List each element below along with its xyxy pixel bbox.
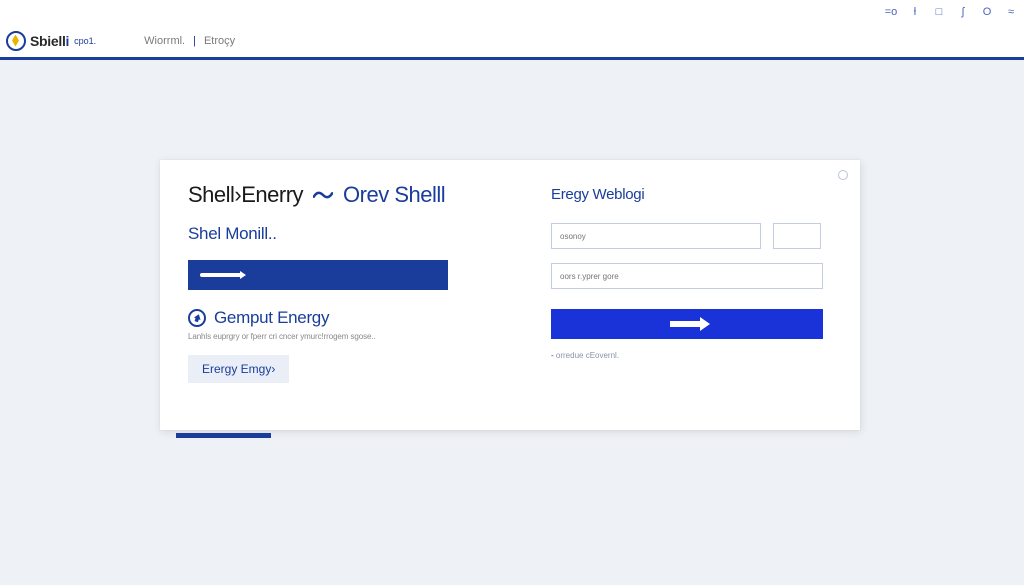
primary-bar-button[interactable]: [188, 260, 448, 290]
page-header: Sbielli сро1. Wiorrml. | Etroçy: [0, 24, 1024, 60]
nav-separator: |: [193, 35, 196, 47]
card-title-row: Shell›Enerry Orev Shelll: [188, 182, 517, 208]
login-card: Shell›Enerry Orev Shelll Shel Monill.. G…: [160, 160, 860, 430]
brand-suffix: сро1.: [74, 36, 96, 46]
chrome-tool-4[interactable]: ʃ: [956, 5, 970, 19]
energy-chip-button[interactable]: Erergy Emgy›: [188, 355, 289, 383]
aux-field[interactable]: [773, 223, 821, 249]
chrome-tool-2[interactable]: ƚ: [908, 5, 922, 19]
card-subtitle: Shel Monill..: [188, 224, 517, 244]
feature-title: Gemput Energy: [214, 308, 329, 328]
brand[interactable]: Sbielli сро1.: [6, 31, 96, 51]
energy-icon: [188, 309, 206, 327]
brand-name: Sbielli: [30, 33, 69, 49]
chrome-tool-3[interactable]: □: [932, 5, 946, 19]
arrow-icon: [200, 273, 242, 277]
card-left-panel: Shell›Enerry Orev Shelll Shel Monill.. G…: [160, 160, 545, 430]
accent-underline: [176, 433, 271, 438]
header-nav: Wiorrml. | Etroçy: [144, 35, 235, 47]
username-field[interactable]: [551, 223, 761, 249]
submit-arrow-icon: [670, 321, 704, 327]
card-title-left: Shell›Enerry: [188, 182, 303, 208]
nav-link-2[interactable]: Etroçy: [204, 35, 235, 47]
chrome-tool-1[interactable]: =o: [884, 5, 898, 19]
browser-chrome: =o ƚ □ ʃ O ≈: [0, 0, 1024, 24]
nav-link-1[interactable]: Wiorrml.: [144, 35, 185, 47]
submit-button[interactable]: [551, 309, 823, 339]
helper-link[interactable]: orredue cEovernl.: [551, 351, 822, 360]
password-field[interactable]: [551, 263, 823, 289]
field-row-1: [551, 223, 822, 263]
card-right-panel: Eregy Weblogi orredue cEovernl.: [545, 160, 860, 430]
login-heading: Eregy Weblogi: [551, 186, 822, 203]
close-icon[interactable]: [838, 170, 848, 180]
brand-logo-icon: [6, 31, 26, 51]
chrome-tool-6[interactable]: ≈: [1004, 5, 1018, 19]
chrome-tool-5[interactable]: O: [980, 5, 994, 19]
feature-description: Lanhls euprgry or fperr cri cncer ymurc!…: [188, 332, 517, 341]
wave-icon: [313, 187, 333, 203]
feature-row: Gemput Energy: [188, 308, 517, 328]
card-title-right: Orev Shelll: [343, 182, 445, 208]
